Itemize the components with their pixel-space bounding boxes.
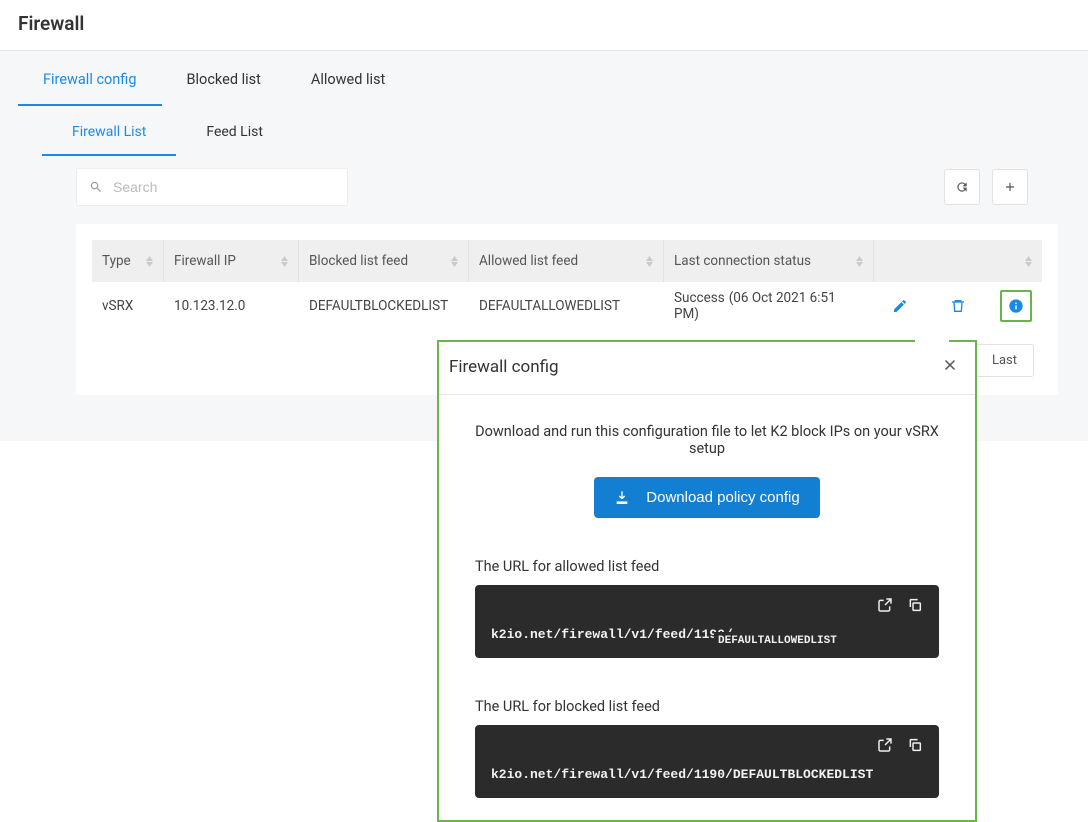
blocked-url-label: The URL for blocked list feed bbox=[475, 698, 939, 715]
primary-tabs: Firewall config Blocked list Allowed lis… bbox=[0, 51, 1088, 106]
allowed-url-label: The URL for allowed list feed bbox=[475, 558, 939, 575]
cell-status: Success(06 Oct 2021 6:51 PM) bbox=[664, 290, 874, 322]
sort-icon bbox=[1025, 256, 1032, 267]
search-icon bbox=[89, 180, 103, 194]
allowed-url-overlay: DEFAULTALLOWEDLIST bbox=[715, 633, 840, 649]
cell-allowed-feed: DEFAULTALLOWEDLIST bbox=[469, 298, 664, 314]
refresh-button[interactable] bbox=[944, 169, 980, 205]
popover-header: Firewall config bbox=[439, 340, 975, 395]
cell-ip: 10.123.12.0 bbox=[164, 298, 299, 314]
toolbar-buttons bbox=[944, 169, 1028, 205]
page-title: Firewall bbox=[18, 12, 1070, 35]
external-link-icon bbox=[877, 737, 893, 753]
subtab-feed-list[interactable]: Feed List bbox=[176, 106, 293, 156]
firewall-table: Type Firewall IP Blocked list feed Allow… bbox=[76, 224, 1058, 330]
search-input[interactable] bbox=[113, 179, 335, 195]
popover-description: Download and run this configuration file… bbox=[475, 423, 939, 457]
sort-icon bbox=[146, 256, 153, 267]
popover-title: Firewall config bbox=[449, 357, 559, 377]
download-label: Download policy config bbox=[646, 489, 799, 506]
toolbar bbox=[0, 156, 1088, 224]
info-button[interactable] bbox=[1000, 290, 1032, 322]
sort-icon bbox=[856, 256, 863, 267]
col-status[interactable]: Last connection status bbox=[664, 240, 874, 282]
trash-icon bbox=[950, 298, 966, 314]
table-row: vSRX 10.123.12.0 DEFAULTBLOCKEDLIST DEFA… bbox=[92, 282, 1042, 330]
open-blocked-url-button[interactable] bbox=[877, 737, 893, 757]
cell-blocked-feed: DEFAULTBLOCKEDLIST bbox=[299, 298, 469, 314]
allowed-url-box: k2io.net/firewall/v1/feed/1190/ DEFAULTA… bbox=[475, 585, 939, 658]
sort-icon bbox=[646, 256, 653, 267]
info-icon bbox=[1008, 298, 1024, 314]
col-actions bbox=[874, 240, 1042, 282]
blocked-url-text: k2io.net/firewall/v1/feed/1190/DEFAULTBL… bbox=[491, 767, 923, 782]
blocked-url-box: k2io.net/firewall/v1/feed/1190/DEFAULTBL… bbox=[475, 725, 939, 798]
allowed-url-text: k2io.net/firewall/v1/feed/1190/ DEFAULTA… bbox=[491, 627, 923, 642]
col-type[interactable]: Type bbox=[92, 240, 164, 282]
external-link-icon bbox=[877, 597, 893, 613]
edit-button[interactable] bbox=[884, 290, 916, 322]
popover-body: Download and run this configuration file… bbox=[439, 395, 975, 798]
pager-last-button[interactable]: Last bbox=[975, 344, 1034, 377]
copy-allowed-url-button[interactable] bbox=[907, 597, 923, 617]
cell-type: vSRX bbox=[92, 298, 164, 314]
tab-allowed-list[interactable]: Allowed list bbox=[286, 51, 410, 106]
col-blocked-feed[interactable]: Blocked list feed bbox=[299, 240, 469, 282]
sub-tabs: Firewall List Feed List bbox=[0, 106, 1088, 156]
firewall-config-popover: Firewall config Download and run this co… bbox=[437, 340, 977, 822]
delete-button[interactable] bbox=[942, 290, 974, 322]
refresh-icon bbox=[955, 180, 969, 194]
col-allowed-feed[interactable]: Allowed list feed bbox=[469, 240, 664, 282]
open-allowed-url-button[interactable] bbox=[877, 597, 893, 617]
copy-blocked-url-button[interactable] bbox=[907, 737, 923, 757]
subtab-firewall-list[interactable]: Firewall List bbox=[42, 106, 176, 156]
copy-icon bbox=[907, 597, 923, 613]
pencil-icon bbox=[892, 298, 908, 314]
plus-icon bbox=[1003, 180, 1017, 194]
col-ip[interactable]: Firewall IP bbox=[164, 240, 299, 282]
page-header: Firewall bbox=[0, 0, 1088, 51]
close-icon bbox=[941, 356, 959, 374]
popover-close-button[interactable] bbox=[939, 354, 961, 380]
download-policy-button[interactable]: Download policy config bbox=[594, 477, 819, 518]
tab-firewall-config[interactable]: Firewall config bbox=[18, 51, 162, 106]
sort-icon bbox=[281, 256, 288, 267]
table-header: Type Firewall IP Blocked list feed Allow… bbox=[92, 240, 1042, 282]
sort-icon bbox=[451, 256, 458, 267]
copy-icon bbox=[907, 737, 923, 753]
add-button[interactable] bbox=[992, 169, 1028, 205]
download-icon bbox=[614, 490, 630, 506]
search-container bbox=[76, 168, 348, 206]
row-actions bbox=[874, 290, 1044, 322]
tab-blocked-list[interactable]: Blocked list bbox=[162, 51, 286, 106]
